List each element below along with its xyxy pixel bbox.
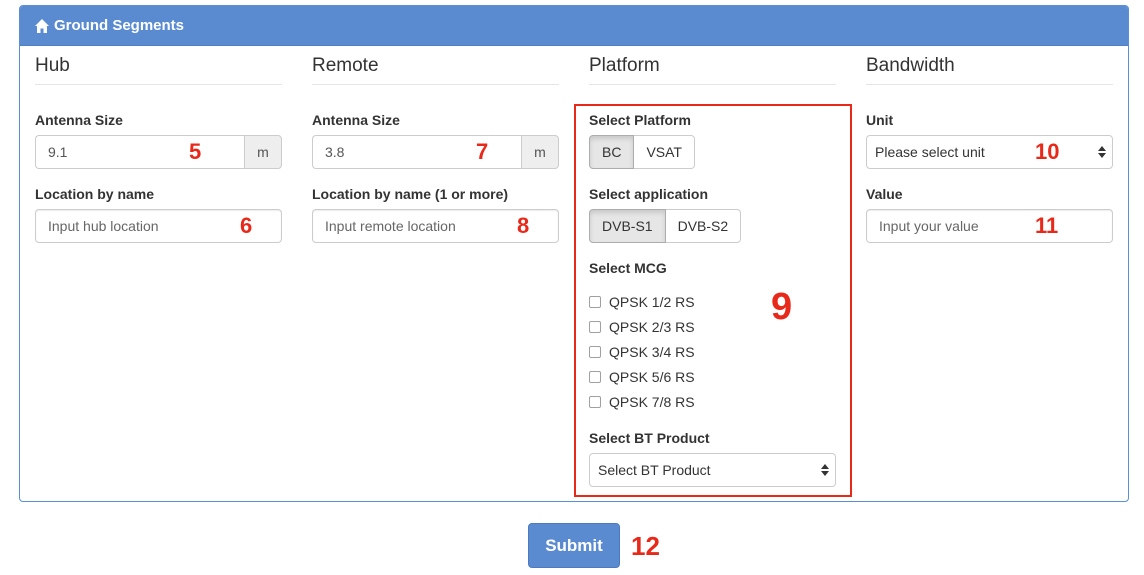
remote-antenna-unit: m	[521, 135, 559, 169]
remote-antenna-input[interactable]: 3.8	[312, 135, 521, 169]
platform-column: Platform	[589, 55, 836, 85]
hub-heading: Hub	[35, 55, 282, 85]
remote-antenna-group: 3.8 m	[312, 135, 559, 169]
annotation-12: 12	[631, 531, 660, 561]
hub-location-label: Location by name	[35, 186, 155, 202]
hub-antenna-unit: m	[244, 135, 282, 169]
unit-select[interactable]: Please select unit	[866, 135, 1113, 169]
panel-heading: Ground Segments	[20, 6, 1128, 46]
unit-label: Unit	[866, 112, 894, 128]
unit-select-value: Please select unit	[875, 144, 985, 160]
annotation-6: 6	[240, 213, 253, 238]
remote-antenna-label: Antenna Size	[312, 112, 400, 128]
remote-column: Remote	[312, 55, 559, 85]
platform-heading: Platform	[589, 55, 836, 85]
home-icon	[34, 18, 50, 34]
panel-title: Ground Segments	[54, 17, 185, 34]
hub-antenna-input[interactable]: 9.1	[35, 135, 244, 169]
value-input[interactable]: Input your value	[866, 209, 1113, 243]
bandwidth-column: Bandwidth	[866, 55, 1113, 85]
hub-antenna-group: 9.1 m	[35, 135, 282, 169]
annotation-7: 7	[476, 139, 489, 164]
select-arrows-icon	[1098, 145, 1106, 159]
annotation-5: 5	[189, 139, 202, 164]
hub-antenna-label: Antenna Size	[35, 112, 123, 128]
annotation-8: 8	[517, 213, 530, 238]
platform-highlight-box	[574, 104, 852, 497]
value-label: Value	[866, 186, 903, 202]
submit-button[interactable]: Submit	[528, 523, 620, 568]
hub-column: Hub	[35, 55, 282, 85]
annotation-10: 10	[1035, 139, 1060, 164]
bandwidth-heading: Bandwidth	[866, 55, 1113, 85]
annotation-9: 9	[771, 286, 793, 328]
remote-heading: Remote	[312, 55, 559, 85]
annotation-11: 11	[1035, 213, 1059, 238]
remote-location-label: Location by name (1 or more)	[312, 186, 509, 202]
